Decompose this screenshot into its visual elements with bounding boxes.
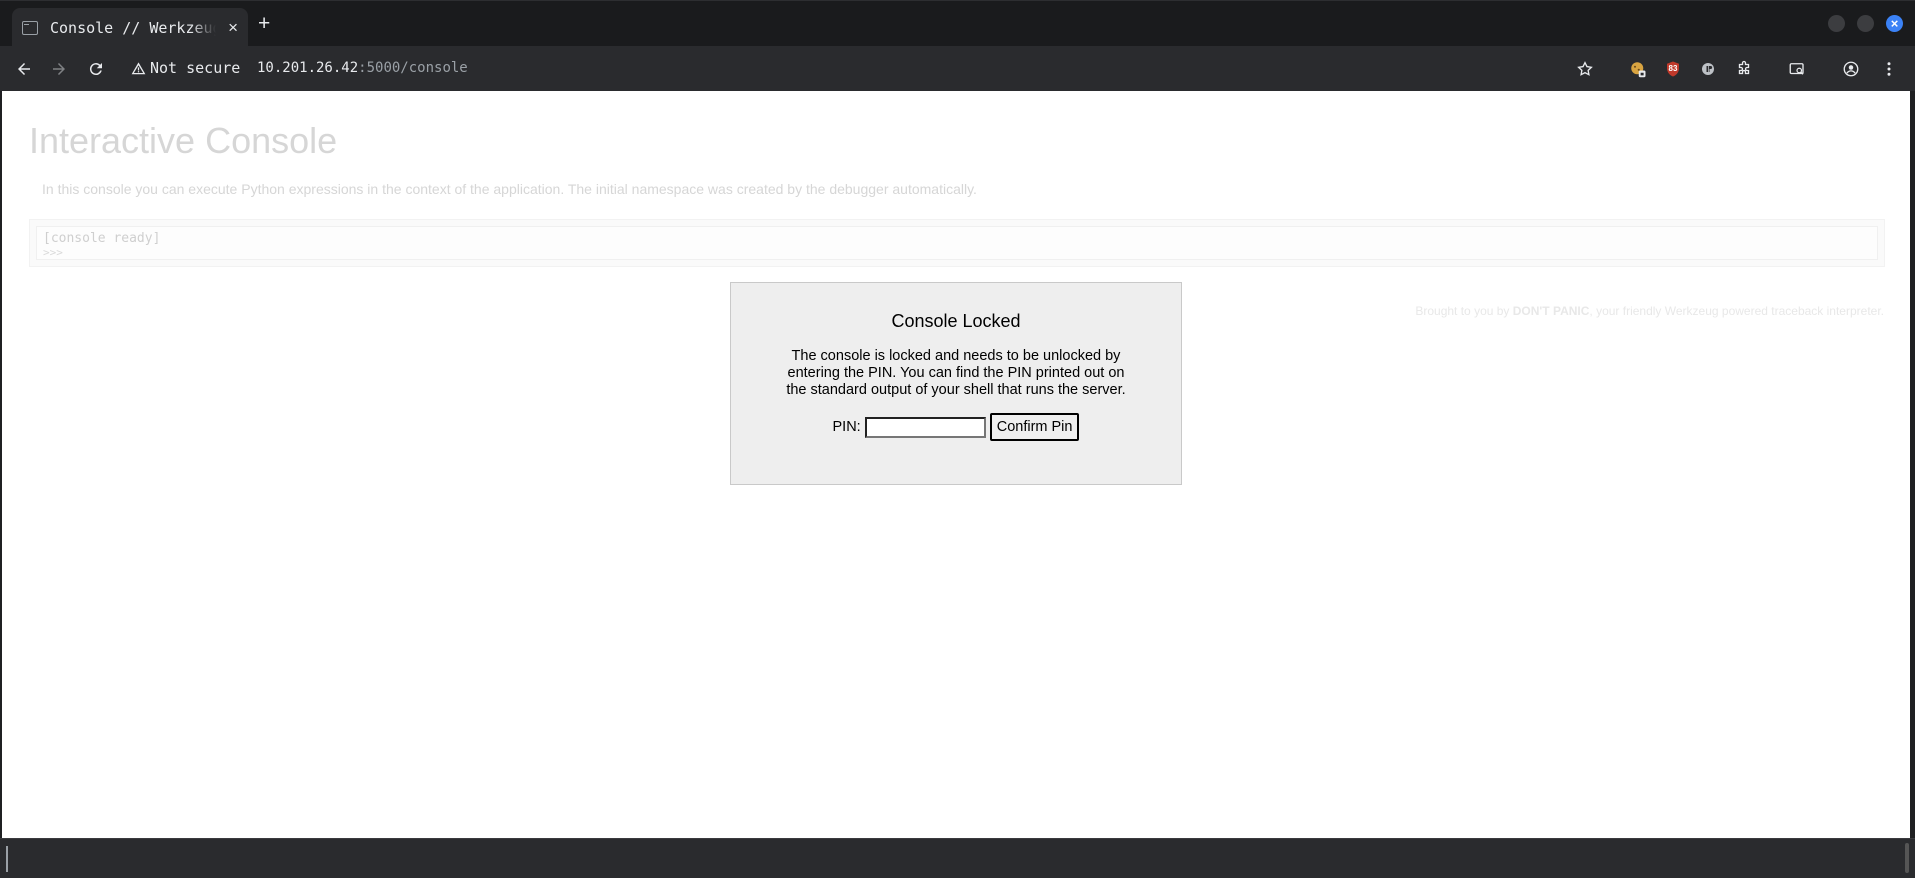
pin-dialog-message: The console is locked and needs to be un… [786,348,1126,398]
pin-input[interactable] [864,416,986,438]
pin-form: PIN: Confirm Pin [731,413,1181,441]
extension-icon[interactable] [1697,58,1719,80]
new-tab-button[interactable]: + [258,13,270,34]
tab-search-icon[interactable] [1786,58,1808,80]
scrollbar[interactable] [1905,843,1909,873]
profile-icon[interactable] [1840,58,1862,80]
tab-strip: Console // Werkzeug × + × [0,0,1915,47]
footer-note: Brought to you by DON'T PANIC, your frie… [1415,304,1884,318]
footer-bold: DON'T PANIC [1512,304,1590,318]
maximize-window-button[interactable] [1857,15,1874,32]
star-icon[interactable] [1574,58,1596,80]
extension-badge: 83 [1668,64,1678,73]
console-output: [console ready] >>> [29,219,1885,267]
close-window-button[interactable]: × [1886,15,1903,32]
tab-close-icon[interactable]: × [228,19,238,36]
warning-icon [131,62,146,75]
pin-label: PIN: [832,419,861,435]
console-favicon-icon [22,20,38,35]
footer-suffix: , your friendly Werkzeug powered traceba… [1589,304,1884,318]
page-viewport: Interactive Console In this console you … [2,91,1910,838]
not-secure-label: Not secure [150,59,241,77]
menu-icon[interactable] [1878,58,1900,80]
console-inner: [console ready] >>> [36,226,1878,260]
page-intro: In this console you can execute Python e… [42,181,977,197]
ublock-extension-icon[interactable]: 83 [1662,58,1684,80]
console-prompt[interactable]: >>> [43,246,1871,260]
pin-dialog: Console Locked The console is locked and… [730,282,1182,485]
address-bar[interactable]: 10.201.26.42:5000/console [257,60,468,76]
url-host: 10.201.26.42 [257,60,359,76]
puzzle-icon[interactable] [1733,58,1755,80]
active-tab[interactable]: Console // Werkzeug × [12,8,248,47]
browser-toolbar: Not secure 10.201.26.42:5000/console 83 [0,46,1915,91]
cookie-extension-icon[interactable] [1627,58,1649,80]
footer-prefix: Brought to you by [1415,304,1513,318]
pin-dialog-title: Console Locked [891,311,1021,331]
back-arrow-icon[interactable] [13,58,35,80]
security-indicator[interactable]: Not secure [131,59,240,77]
tab-title: Console // Werkzeug [50,18,216,37]
console-ready-text: [console ready] [43,231,161,246]
minimize-window-button[interactable] [1828,15,1845,32]
forward-arrow-icon[interactable] [48,58,70,80]
reload-icon[interactable] [85,58,107,80]
text-cursor [6,846,8,872]
bottom-bar [0,838,1915,878]
page-title: Interactive Console [29,120,338,161]
url-path: :5000/console [358,60,468,76]
confirm-pin-button[interactable]: Confirm Pin [989,413,1080,441]
